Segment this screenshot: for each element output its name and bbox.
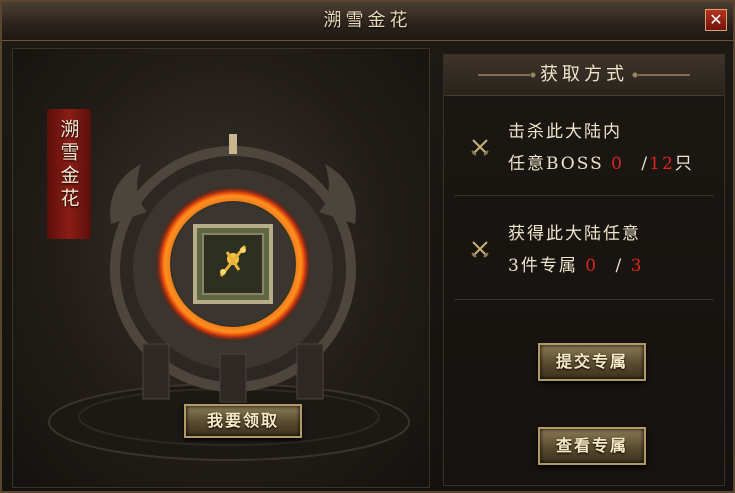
close-button[interactable]: ✕ (705, 9, 727, 31)
task-current: 0 (585, 256, 599, 276)
ornament-right-icon (632, 72, 690, 78)
acquire-panel: 获取方式 击杀此大陆内 任意BOSS 0 /12只 获得此大陆任意 3件专属 0… (443, 54, 725, 486)
divider (454, 195, 714, 196)
task-prefix: 任意BOSS (508, 154, 604, 174)
acquire-header: 获取方式 (444, 55, 724, 96)
task-target: 12 (649, 154, 675, 174)
item-name-banner: 溯雪金花 (47, 109, 91, 239)
item-name: 溯雪金花 (57, 119, 80, 211)
task-separator: / (641, 154, 650, 174)
title-bar: 溯雪金花 ✕ (2, 2, 733, 41)
window-title: 溯雪金花 (323, 10, 412, 31)
task-progress: 任意BOSS 0 /12只 (508, 149, 694, 174)
dialog-window: 溯雪金花 ✕ 溯雪金花 我要领取 获取方式 击杀此大陆内 任意BOSS 0 /1… (0, 0, 735, 493)
task-collect-items: 获得此大陆任意 3件专属 0 / 3 (444, 205, 724, 293)
task-progress: 3件专属 0 / 3 (508, 251, 643, 276)
submit-exclusive-button[interactable]: 提交专属 (538, 343, 646, 381)
item-frame (110, 134, 356, 403)
task-line-1: 击杀此大陆内 (508, 122, 622, 142)
view-exclusive-button[interactable]: 查看专属 (538, 427, 646, 465)
task-line-1: 获得此大陆任意 (508, 224, 641, 244)
task-kill-boss: 击杀此大陆内 任意BOSS 0 /12只 (444, 103, 724, 191)
task-target: 3 (630, 256, 644, 276)
task-suffix: 只 (674, 154, 694, 174)
close-icon: ✕ (709, 10, 723, 29)
item-display-panel: 溯雪金花 我要领取 (12, 48, 430, 488)
task-current: 0 (611, 154, 624, 174)
task-separator: / (615, 256, 624, 276)
task-prefix: 3件专属 (508, 256, 578, 276)
crossed-swords-icon (471, 139, 489, 156)
crossed-swords-icon (471, 241, 489, 258)
divider (454, 299, 714, 300)
claim-button[interactable]: 我要领取 (184, 404, 302, 438)
